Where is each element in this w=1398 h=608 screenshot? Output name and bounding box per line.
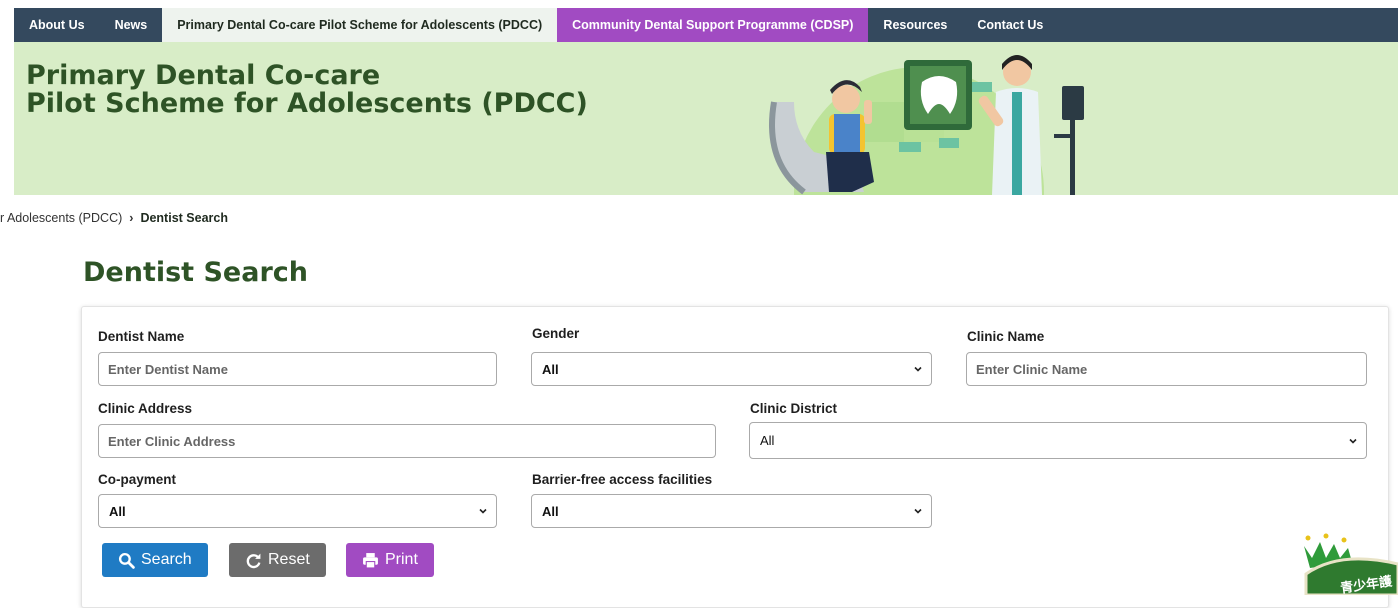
clinic-address-input[interactable] (98, 424, 716, 458)
nav-cdsp[interactable]: Community Dental Support Programme (CDSP… (557, 8, 869, 42)
breadcrumb-separator-icon: › (129, 211, 134, 225)
nav-pdcc[interactable]: Primary Dental Co-care Pilot Scheme for … (162, 8, 558, 42)
hero-banner: Primary Dental Co-care Pilot Scheme for … (14, 42, 1398, 195)
chevron-down-icon (479, 508, 487, 514)
co-payment-select-value: All (109, 503, 126, 519)
youth-dental-badge[interactable]: 青少年護 (1300, 528, 1398, 595)
dentist-name-input[interactable] (98, 352, 497, 386)
dentist-name-label: Dentist Name (98, 329, 185, 344)
search-form: Dentist Name Gender All Clinic Name Clin… (81, 306, 1389, 608)
gender-select[interactable]: All (531, 352, 932, 386)
barrier-free-label: Barrier-free access facilities (532, 472, 713, 487)
breadcrumb-current: Dentist Search (140, 211, 228, 225)
chevron-down-icon (914, 366, 922, 372)
banner-title-line2: Pilot Scheme for Adolescents (PDCC) (26, 88, 588, 119)
clinic-address-label: Clinic Address (98, 401, 193, 416)
banner-title: Primary Dental Co-care Pilot Scheme for … (26, 62, 588, 118)
banner-title-line1: Primary Dental Co-care (26, 60, 381, 91)
dentist-illustration (769, 55, 1084, 195)
reset-button[interactable]: Reset (229, 543, 326, 577)
reset-button-label: Reset (268, 551, 310, 568)
chevron-down-icon (1349, 438, 1357, 444)
nav-news[interactable]: News (100, 8, 163, 42)
print-button-label: Print (385, 551, 418, 568)
gender-label: Gender (532, 326, 580, 341)
breadcrumb-parent-link[interactable]: r Adolescents (PDCC) (0, 211, 122, 225)
breadcrumb: r Adolescents (PDCC) › Dentist Search (0, 211, 228, 225)
page-title: Dentist Search (83, 257, 309, 288)
printer-icon (363, 552, 378, 568)
co-payment-label: Co-payment (98, 472, 177, 487)
barrier-free-select-value: All (542, 503, 559, 519)
clinic-name-input[interactable] (966, 352, 1367, 386)
co-payment-select[interactable]: All (98, 494, 497, 528)
search-button-label: Search (141, 551, 192, 568)
clinic-district-select-value: All (760, 433, 775, 448)
clinic-name-label: Clinic Name (967, 329, 1045, 344)
gender-select-value: All (542, 361, 559, 377)
chevron-down-icon (914, 508, 922, 514)
clinic-district-label: Clinic District (750, 401, 838, 416)
nav-contact-us[interactable]: Contact Us (962, 8, 1058, 42)
search-button[interactable]: Search (102, 543, 208, 577)
search-icon (118, 552, 135, 569)
nav-about-us[interactable]: About Us (14, 8, 100, 42)
top-navigation: About Us News Primary Dental Co-care Pil… (14, 8, 1398, 42)
nav-resources[interactable]: Resources (868, 8, 962, 42)
clinic-district-select[interactable]: All (749, 422, 1367, 459)
print-button[interactable]: Print (346, 543, 434, 577)
barrier-free-select[interactable]: All (531, 494, 932, 528)
refresh-icon (246, 553, 261, 568)
